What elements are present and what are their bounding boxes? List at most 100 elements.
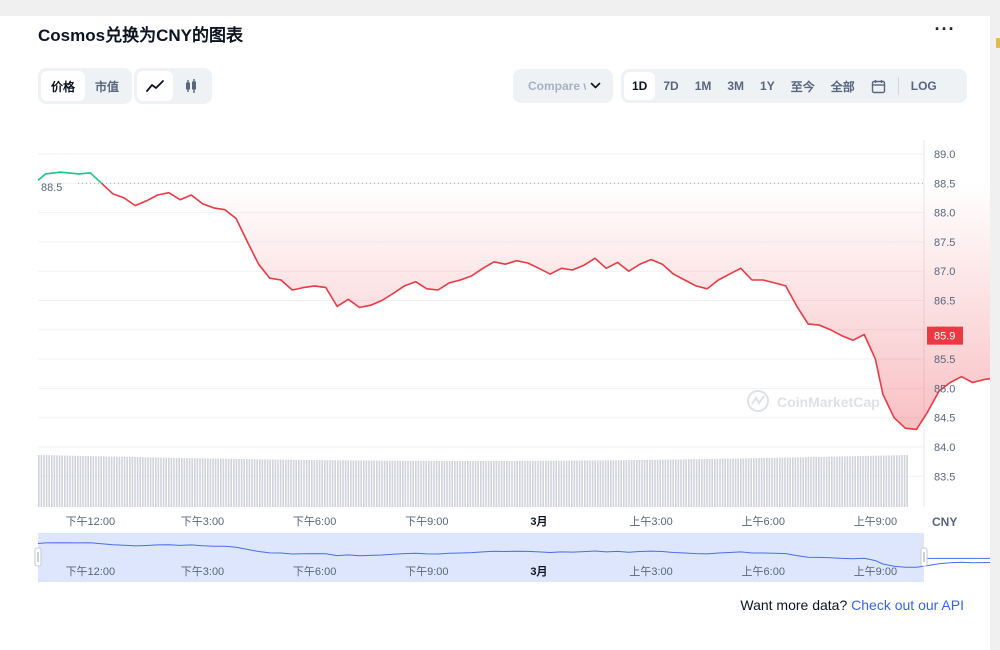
volume-bar [623,460,625,507]
volume-bar [45,455,48,507]
volume-bar [797,457,799,507]
volume-bar [272,459,274,507]
volume-bar [628,460,630,507]
volume-bar [454,461,456,507]
volume-bar [264,459,266,507]
volume-bar [251,459,253,507]
volume-bar [617,460,620,507]
volume-bar [82,456,84,507]
volume-bar [742,458,745,507]
volume-bar [695,459,698,507]
volume-bar [204,458,206,507]
volume-bar [370,460,373,507]
volume-bar [656,459,659,507]
volume-bar [162,457,165,507]
volume-bar [610,460,612,507]
volume-bar [885,455,888,507]
volume-bar [321,460,323,507]
api-link[interactable]: Check out our API [851,597,964,613]
volume-bar [659,459,661,507]
volume-bar [134,457,136,507]
volume-bar [402,460,404,507]
volume-bar [428,460,430,507]
volume-bar [641,459,643,507]
volume-bar [794,457,797,507]
volume-bar [760,458,763,507]
volume-bar [116,456,118,507]
volume-bar [433,460,435,507]
price-chart: 88.5 CoinMarketCap 83.5 84.0 84.5 85.0 85.5 8… [34,140,990,582]
volume-bar [92,456,95,507]
volume-bar [459,461,461,507]
volume-bar [607,460,609,507]
y-tick-label: 85.5 [934,354,955,366]
volume-bar [737,458,739,507]
volume-bar [550,460,552,507]
volume-bar [521,460,524,507]
volume-bar [482,461,485,507]
volume-bar [511,460,513,507]
volume-bar [51,455,53,507]
volume-bar [688,459,690,507]
volume-bars [38,455,908,507]
volume-bar [867,455,869,507]
volume-bar [547,460,550,507]
volume-bar [233,458,235,507]
volume-bar [615,460,617,507]
volume-bar [40,455,43,507]
y-tick-label: 85.0 [934,383,955,395]
volume-bar [64,455,66,507]
volume-bar [399,460,401,507]
volume-bar [48,455,50,507]
volume-bar [207,458,209,507]
volume-bar [633,460,635,507]
volume-bar [555,460,557,507]
volume-bar [365,460,368,507]
price-area-fill [101,183,990,430]
volume-bar [142,457,144,507]
volume-bar [537,460,539,507]
volume-bar [591,460,594,507]
volume-bar [342,460,344,507]
volume-bar [490,461,492,507]
volume-bar [854,456,856,507]
volume-bar [807,457,810,507]
y-tick-label: 83.5 [934,471,955,483]
y-tick-label: 88.0 [934,208,955,220]
volume-bar [435,460,438,507]
volume-bar [368,460,370,507]
volume-bar [680,459,682,507]
volume-bar [815,457,817,507]
volume-bar [136,457,139,507]
volume-bar [97,456,100,507]
volume-bar [220,458,222,507]
volume-bar [508,461,511,507]
volume-bar [121,456,123,507]
volume-bar [230,458,232,507]
volume-bar [781,457,784,507]
volume-bar [888,455,890,507]
volume-bar [170,457,173,507]
volume-bar [389,460,391,507]
x-tick-label: 3月 [530,515,547,528]
volume-bar [545,460,547,507]
volume-bar [568,460,570,507]
volume-bar [129,456,131,507]
volume-bar [191,458,193,507]
volume-bar [833,456,836,507]
navigator-tick-label: 下午6:00 [293,565,336,578]
volume-bar [155,457,157,507]
reference-label: 88.5 [41,182,62,194]
coinmarketcap-watermark: CoinMarketCap [747,390,880,412]
range-navigator[interactable]: 下午12:00 下午3:00 下午6:00 下午9:00 3月 上午3:00 上午6:00 上… [34,533,990,582]
volume-bar [212,458,214,507]
volume-bar [259,459,261,507]
volume-bar [485,461,487,507]
volume-bar [248,459,251,507]
volume-bar [763,458,765,507]
volume-bar [581,460,583,507]
volume-bar [870,455,872,507]
volume-bar [61,455,63,507]
x-tick-label: 上午3:00 [629,515,672,528]
volume-bar [625,460,628,507]
